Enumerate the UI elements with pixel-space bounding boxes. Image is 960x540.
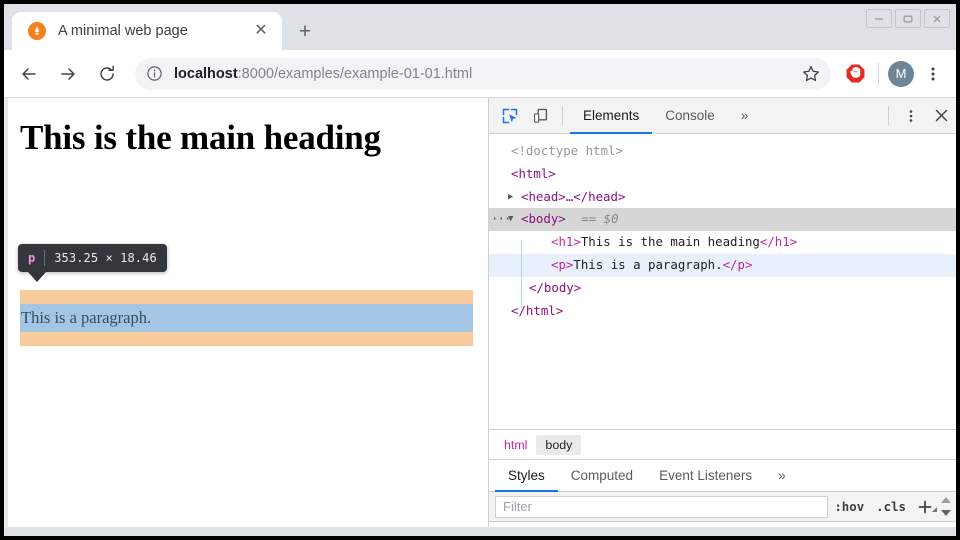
- breadcrumb-item-body[interactable]: body: [536, 434, 582, 455]
- breadcrumb-item-html[interactable]: html: [495, 435, 536, 455]
- window-bottom-edge: [4, 527, 956, 536]
- toolbar-divider: [878, 62, 879, 85]
- chevron-down-icon[interactable]: ▼: [508, 208, 513, 231]
- dom-node-body-close[interactable]: </body>: [489, 277, 956, 300]
- scroll-down-icon[interactable]: [941, 510, 951, 516]
- tab-title: A minimal web page: [58, 23, 188, 39]
- window-controls: [866, 9, 950, 28]
- address-bar[interactable]: localhost:8000/examples/example-01-01.ht…: [135, 57, 831, 90]
- tab-strip: A minimal web page ✕ +: [4, 4, 956, 50]
- tab-computed[interactable]: Computed: [558, 460, 646, 491]
- new-tab-button[interactable]: +: [290, 16, 320, 46]
- html-close-tag: </html>: [511, 302, 564, 318]
- dom-node-doctype[interactable]: <!doctype html>: [489, 140, 956, 163]
- back-arrow-icon[interactable]: [14, 59, 44, 89]
- browser-window: A minimal web page ✕ + localhost:8000/ex…: [0, 0, 960, 540]
- dom-node-body[interactable]: ··· ▼ <body> == $0: [489, 208, 956, 232]
- dom-node-p[interactable]: <p>This is a paragraph.</p>: [489, 253, 956, 277]
- styles-scroll-arrows[interactable]: [938, 497, 954, 516]
- hov-toggle-button[interactable]: :hov: [828, 499, 870, 514]
- h1-text: This is the main heading: [580, 234, 760, 250]
- info-circle-icon[interactable]: [146, 65, 163, 82]
- inspector-tooltip: p 353.25 × 18.46: [18, 244, 167, 272]
- content-split: This is the main heading This is a parag…: [4, 98, 956, 527]
- body-open-tag: <body>: [521, 211, 566, 227]
- p-close-tag: </p>: [722, 256, 753, 272]
- dom-node-html-close[interactable]: </html>: [489, 300, 956, 323]
- doctype-text: <!doctype html>: [511, 143, 623, 158]
- forward-arrow-icon[interactable]: [53, 59, 83, 89]
- devtools-panel: Elements Console » <!doctype html> <html…: [488, 98, 956, 527]
- filter-input[interactable]: Filter: [495, 495, 829, 518]
- tab-event-listeners[interactable]: Event Listeners: [646, 460, 765, 491]
- url-path: :8000/examples/example-01-01.html: [237, 65, 473, 82]
- head-collapsed-tag: <head>…</head>: [521, 188, 626, 204]
- h1-close-tag: </h1>: [759, 234, 798, 250]
- minimize-button[interactable]: [866, 9, 892, 28]
- styles-filter-row: Filter :hov .cls: [489, 491, 956, 521]
- inspect-cursor-icon[interactable]: [495, 98, 525, 133]
- rendered-page: This is the main heading: [4, 98, 488, 158]
- reload-icon[interactable]: [92, 59, 122, 89]
- html-open-tag: <html>: [511, 165, 556, 181]
- tooltip-arrow: [28, 272, 46, 282]
- tab-close-icon[interactable]: ✕: [250, 20, 272, 42]
- h1-open-tag: <h1>: [551, 234, 581, 250]
- adblock-stop-hand-icon[interactable]: [841, 60, 869, 88]
- devtools-close-icon[interactable]: [926, 98, 956, 133]
- url-host: localhost: [174, 65, 238, 82]
- tab-styles[interactable]: Styles: [495, 460, 558, 492]
- dom-node-html-open[interactable]: <html>: [489, 163, 956, 186]
- page-paragraph: This is a paragraph.: [21, 308, 152, 327]
- toolbar-divider-right: [888, 106, 889, 125]
- kebab-menu-icon[interactable]: [920, 61, 946, 87]
- new-style-rule-button[interactable]: [912, 499, 938, 515]
- device-toolbar-icon[interactable]: [525, 98, 555, 133]
- tooltip-tag-name: p: [28, 251, 36, 265]
- dom-node-h1[interactable]: <h1>This is the main heading</h1>: [489, 231, 956, 254]
- styles-tab-bar: Styles Computed Event Listeners »: [489, 459, 956, 492]
- flame-favicon: [28, 22, 46, 40]
- maximize-button[interactable]: [895, 9, 921, 28]
- avatar[interactable]: M: [888, 60, 914, 87]
- toolbar-divider: [562, 106, 563, 125]
- tab-elements[interactable]: Elements: [570, 98, 653, 134]
- url-text: localhost:8000/examples/example-01-01.ht…: [174, 66, 801, 82]
- p-open-tag: <p>: [551, 256, 574, 272]
- page-heading: This is the main heading: [20, 118, 381, 157]
- body-close-tag: </body>: [529, 279, 582, 295]
- dom-node-head[interactable]: ▶ <head>…</head>: [489, 186, 956, 209]
- page-viewport: This is the main heading This is a parag…: [4, 98, 488, 527]
- p-text: This is a paragraph.: [573, 256, 723, 272]
- new-rule-dropdown-icon[interactable]: [932, 506, 937, 512]
- dom-tree[interactable]: <!doctype html> <html> ▶ <head>…</head> …: [489, 134, 956, 429]
- breadcrumb: html body: [489, 429, 956, 459]
- bookmark-star-icon[interactable]: [801, 64, 821, 84]
- devtools-toolbar: Elements Console »: [489, 98, 956, 134]
- close-button[interactable]: [924, 9, 950, 28]
- chevron-right-icon[interactable]: ▶: [508, 186, 513, 209]
- tabs-overflow-button[interactable]: »: [728, 98, 762, 133]
- tooltip-dimensions: 353.25 × 18.46: [54, 251, 157, 265]
- viewport-edge: [4, 98, 8, 527]
- navigation-toolbar: localhost:8000/examples/example-01-01.ht…: [4, 50, 956, 98]
- cls-toggle-button[interactable]: .cls: [870, 499, 912, 514]
- body-selected-marker: == $0: [581, 211, 619, 227]
- tab-console[interactable]: Console: [652, 98, 728, 133]
- scroll-up-icon[interactable]: [941, 497, 951, 503]
- tooltip-divider: [44, 250, 46, 266]
- tree-indent-guide: [521, 240, 522, 308]
- devtools-settings-kebab-icon[interactable]: [896, 98, 926, 133]
- styles-tabs-overflow-button[interactable]: »: [765, 460, 799, 491]
- browser-tab[interactable]: A minimal web page ✕: [12, 12, 282, 50]
